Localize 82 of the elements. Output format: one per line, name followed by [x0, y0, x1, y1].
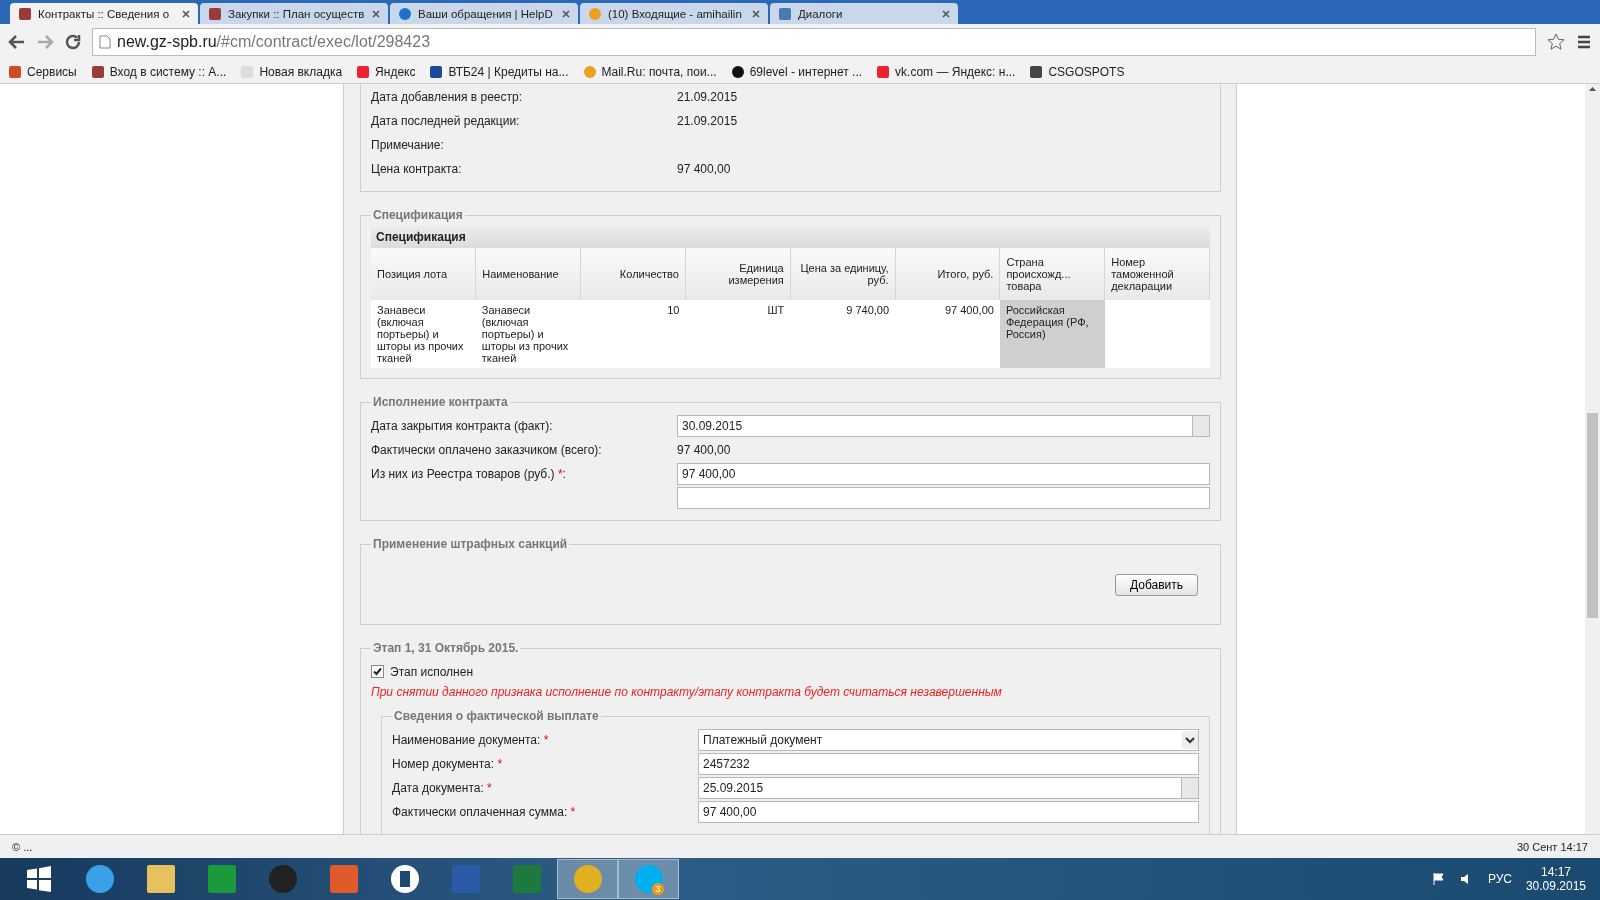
section-title: Исполнение контракта	[372, 395, 509, 409]
column-header: Итого, руб.	[895, 248, 1000, 300]
close-icon[interactable]	[562, 9, 570, 18]
caret-icon	[1182, 730, 1198, 749]
field-label: Фактически оплачено заказчиком (всего):	[371, 442, 603, 457]
bookmark[interactable]: Mail.Ru: почта, пои...	[582, 64, 717, 79]
scrollbar-thumb[interactable]	[1587, 413, 1598, 618]
section-title: Этап 1, 31 Октябрь 2015.	[372, 641, 520, 655]
browser-tab[interactable]: Контракты :: Сведения о	[10, 3, 198, 24]
bookmark[interactable]: ВТБ24 | Кредиты на...	[429, 64, 569, 79]
field-label: Дата последней редакции:	[371, 113, 521, 128]
column-header: Наименование	[475, 248, 581, 300]
bookmark[interactable]: 69level - интернет ...	[730, 64, 863, 79]
table-cell: Занавеси (включая портьеры) и шторы из прочих тканей	[475, 300, 581, 368]
browser-tab[interactable]: (10) Входящие - amihailin	[580, 3, 768, 24]
input-field[interactable]	[677, 486, 1210, 509]
column-header: Количество	[580, 248, 686, 300]
url-host: new.gz-spb.ru	[117, 33, 217, 51]
browser-tab[interactable]: Закупки :: План осуществ	[200, 3, 388, 24]
select-field[interactable]: Платежный документ	[698, 728, 1199, 751]
warning-text: При снятии данного признака исполнение по контракту/этапу контракта будет считаться незавершенным	[371, 685, 1003, 699]
date-field[interactable]: 30.09.2015	[677, 414, 1193, 437]
table-cell: Занавеси (включая портьеры) и шторы из прочих тканей	[371, 300, 476, 368]
column-header: Позиция лота	[371, 248, 476, 300]
menu-icon[interactable]	[1576, 34, 1592, 50]
field-label: Наименование документа: *	[392, 732, 550, 747]
bookmark[interactable]: Сервисы	[8, 64, 77, 79]
table-cell: 9 740,00	[790, 300, 896, 368]
date-field[interactable]: 25.09.2015	[698, 776, 1182, 799]
field-value: 97 400,00	[677, 161, 731, 176]
close-icon[interactable]	[942, 9, 950, 18]
column-header: Номер таможенной декларации	[1104, 248, 1210, 300]
field-value: 21.09.2015	[677, 113, 738, 128]
table-title: Спецификация	[371, 226, 1210, 248]
address-bar[interactable]: new.gz-spb.ru/#cm/contract/exec/lot/298423	[92, 28, 1536, 56]
close-icon[interactable]	[182, 9, 190, 18]
browser-tab[interactable]: Диалоги	[770, 3, 958, 24]
back-icon[interactable]	[8, 33, 26, 51]
field-label: Цена контракта:	[371, 161, 463, 176]
input-field[interactable]: 97 400,00	[698, 800, 1199, 823]
column-header: Цена за единицу, руб.	[790, 248, 896, 300]
bookmark[interactable]: CSGOSPOTS	[1029, 64, 1125, 79]
field-label: Дата закрытия контракта (факт):	[371, 418, 554, 433]
table-cell: Российская Федерация (РФ, Россия)	[999, 300, 1105, 368]
bookmark[interactable]: vk.com — Яндекс: н...	[876, 64, 1016, 79]
section-title: Применение штрафных санкций	[372, 537, 569, 551]
bookmark[interactable]: Яндекс	[356, 64, 416, 79]
browser-tab[interactable]: Ваши обращения | HelpD	[390, 3, 578, 24]
url-path: /#cm/contract/exec/lot/298423	[216, 33, 431, 51]
add-button[interactable]: Добавить	[1114, 573, 1198, 596]
table-cell: ШТ	[685, 300, 791, 368]
flag-icon	[1431, 872, 1446, 886]
field-label: Номер документа: *	[392, 756, 504, 771]
section-title: Сведения о фактической выплате	[393, 709, 600, 723]
close-icon[interactable]	[372, 9, 380, 18]
field-label: Фактически оплаченная сумма: *	[392, 804, 577, 819]
field-label: Примечание:	[371, 137, 445, 152]
field-value: 97 400,00	[677, 442, 731, 457]
field-label: Дата добавления в реестр:	[371, 89, 524, 104]
status-time: 30 Сент 14:17	[1516, 840, 1588, 853]
windows-icon	[25, 866, 52, 892]
column-header: Страна происхожд... товара	[999, 248, 1105, 300]
checkbox-label: Этап исполнен	[390, 664, 474, 679]
checkbox[interactable]	[371, 665, 384, 678]
language-indicator[interactable]: РУС	[1487, 872, 1512, 886]
bookmark[interactable]: Вход в систему :: А...	[90, 64, 227, 79]
table-cell: 97 400,00	[895, 300, 1000, 368]
input-field[interactable]: 97 400,00	[677, 462, 1210, 485]
input-field[interactable]: 2457232	[698, 752, 1199, 775]
bookmark[interactable]: Новая вкладка	[240, 64, 343, 79]
star-icon[interactable]	[1546, 32, 1566, 52]
status-text: © ...	[12, 840, 33, 853]
clock[interactable]: 14:17 30.09.2015	[1525, 865, 1586, 893]
reload-icon[interactable]	[64, 33, 82, 51]
column-header: Единица измерения	[685, 248, 791, 300]
field-label: Дата документа: *	[392, 780, 493, 795]
field-value: 21.09.2015	[677, 89, 738, 104]
section-title: Спецификация	[372, 208, 464, 222]
field-label: Из них из Реестра товаров (руб.) *:	[371, 466, 567, 481]
close-icon[interactable]	[752, 9, 760, 18]
table-cell: 10	[580, 300, 686, 368]
notification-badge: 3	[652, 883, 664, 895]
